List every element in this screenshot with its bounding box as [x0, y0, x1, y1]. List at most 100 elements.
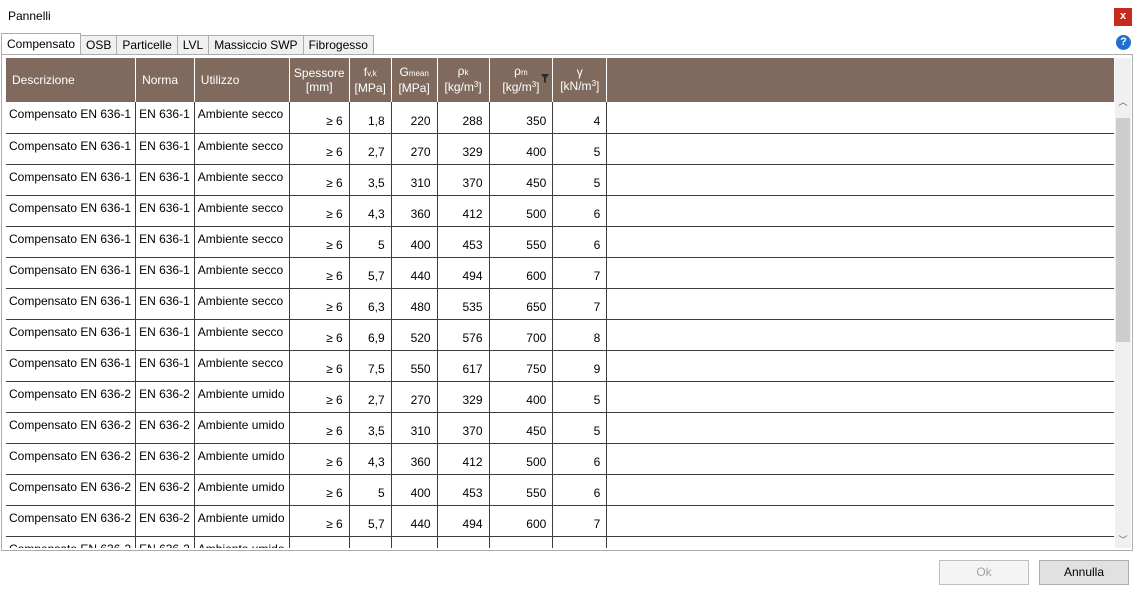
cell-rhom[interactable]: 450: [489, 164, 554, 196]
cell-gamma[interactable]: 8: [552, 319, 608, 351]
cell-gamma[interactable]: 6: [552, 195, 608, 227]
cell-utilizzo[interactable]: Ambiente umido: [194, 443, 290, 475]
cell-gmean[interactable]: 360: [391, 443, 438, 475]
cell-fvk[interactable]: 6,3: [349, 288, 392, 320]
cell-gamma[interactable]: 5: [552, 164, 608, 196]
cell-gmean[interactable]: 440: [391, 257, 438, 289]
col-header-utilizzo[interactable]: Utilizzo: [194, 58, 290, 102]
cell-gamma[interactable]: 6: [552, 443, 608, 475]
cancel-button[interactable]: Annulla: [1039, 560, 1129, 585]
scrollbar-thumb[interactable]: [1116, 118, 1130, 342]
cell-gamma[interactable]: 5: [552, 412, 608, 444]
cell-fvk[interactable]: 5: [349, 226, 392, 258]
cell-norma[interactable]: EN 636-2: [135, 536, 195, 548]
col-header-gamma[interactable]: γ [kN/m3]: [552, 58, 608, 102]
cell-descrizione[interactable]: Compensato EN 636-1: [6, 102, 137, 134]
ok-button[interactable]: Ok: [939, 560, 1029, 585]
cell-gmean[interactable]: 270: [391, 133, 438, 165]
cell-fvk[interactable]: 5,7: [349, 505, 392, 537]
cell-fvk[interactable]: 1,8: [349, 102, 392, 134]
cell-descrizione[interactable]: Compensato EN 636-1: [6, 164, 137, 196]
cell-rhok[interactable]: 617: [437, 350, 490, 382]
table-row[interactable]: Compensato EN 636-1 EN 636-1 Ambiente secc…: [6, 195, 1114, 227]
cell-gmean[interactable]: 220: [391, 102, 438, 134]
cell-utilizzo[interactable]: Ambiente secco: [194, 226, 290, 258]
cell-rhok[interactable]: 453: [437, 226, 490, 258]
cell-fvk[interactable]: 2,7: [349, 381, 392, 413]
cell-rhok[interactable]: 288: [437, 102, 490, 134]
cell-rhom[interactable]: 650: [489, 288, 554, 320]
cell-rhom[interactable]: 400: [489, 133, 554, 165]
cell-rhok[interactable]: 329: [437, 133, 490, 165]
filter-icon[interactable]: [541, 74, 550, 83]
table-row[interactable]: Compensato EN 636-1 EN 636-1 Ambiente secc…: [6, 133, 1114, 165]
col-header-rhom[interactable]: ρm [kg/m3]: [489, 58, 554, 102]
cell-spessore[interactable]: ≥ 6: [289, 102, 350, 134]
cell-rhok[interactable]: 494: [437, 257, 490, 289]
cell-fvk[interactable]: 4,3: [349, 443, 392, 475]
tab-massiccio-swp[interactable]: Massiccio SWP: [208, 35, 304, 54]
table-row[interactable]: Compensato EN 636-2EN 636-2Ambiente umid…: [6, 443, 1114, 475]
cell-gmean[interactable]: 480: [391, 536, 438, 548]
cell-spessore[interactable]: ≥ 6: [289, 133, 350, 165]
cell-spessore[interactable]: ≥ 6: [289, 536, 350, 548]
cell-gamma[interactable]: 9: [552, 350, 608, 382]
col-header-norma[interactable]: Norma: [135, 58, 195, 102]
cell-rhom[interactable]: 550: [489, 474, 554, 506]
cell-descrizione[interactable]: Compensato EN 636-1: [6, 133, 137, 165]
cell-utilizzo[interactable]: Ambiente secco: [194, 195, 290, 227]
cell-spessore[interactable]: ≥ 6: [289, 164, 350, 196]
cell-gmean[interactable]: 480: [391, 288, 438, 320]
cell-fvk[interactable]: 6,3: [349, 536, 392, 548]
cell-gamma[interactable]: 7: [552, 257, 608, 289]
cell-rhok[interactable]: 535: [437, 536, 490, 548]
cell-utilizzo[interactable]: Ambiente secco: [194, 350, 290, 382]
cell-spessore[interactable]: ≥ 6: [289, 195, 350, 227]
col-header-gmean[interactable]: Gmean [MPa]: [391, 58, 438, 102]
cell-descrizione[interactable]: Compensato EN 636-1: [6, 195, 137, 227]
cell-utilizzo[interactable]: Ambiente secco: [194, 288, 290, 320]
cell-descrizione[interactable]: Compensato EN 636-2: [6, 381, 137, 413]
cell-spessore[interactable]: ≥ 6: [289, 319, 350, 351]
cell-norma[interactable]: EN 636-1: [135, 350, 195, 382]
col-header-rhok[interactable]: ρk [kg/m3]: [437, 58, 490, 102]
cell-gmean[interactable]: 310: [391, 164, 438, 196]
cell-spessore[interactable]: ≥ 6: [289, 381, 350, 413]
cell-norma[interactable]: EN 636-1: [135, 195, 195, 227]
close-button[interactable]: x: [1114, 8, 1132, 26]
cell-rhok[interactable]: 576: [437, 319, 490, 351]
cell-spessore[interactable]: ≥ 6: [289, 350, 350, 382]
table-row[interactable]: Compensato EN 636-1 EN 636-1 Ambiente secc…: [6, 102, 1114, 134]
cell-rhok[interactable]: 370: [437, 412, 490, 444]
col-header-spessore[interactable]: Spessore [mm]: [289, 58, 350, 102]
cell-gmean[interactable]: 310: [391, 412, 438, 444]
cell-utilizzo[interactable]: Ambiente secco: [194, 133, 290, 165]
cell-spessore[interactable]: ≥ 6: [289, 257, 350, 289]
cell-rhok[interactable]: 412: [437, 443, 490, 475]
vertical-scrollbar[interactable]: ︿ ﹀: [1115, 58, 1131, 548]
cell-utilizzo[interactable]: Ambiente umido: [194, 381, 290, 413]
cell-fvk[interactable]: 5,7: [349, 257, 392, 289]
cell-norma[interactable]: EN 636-1: [135, 257, 195, 289]
table-row[interactable]: Compensato EN 636-2EN 636-2Ambiente umid…: [6, 412, 1114, 444]
cell-descrizione[interactable]: Compensato EN 636-2: [6, 412, 137, 444]
table-row[interactable]: Compensato EN 636-1 EN 636-1 Ambiente secc…: [6, 164, 1114, 196]
cell-gamma[interactable]: 6: [552, 226, 608, 258]
cell-spessore[interactable]: ≥ 6: [289, 474, 350, 506]
cell-descrizione[interactable]: Compensato EN 636-1: [6, 319, 137, 351]
cell-gamma[interactable]: 7: [552, 288, 608, 320]
table-row[interactable]: Compensato EN 636-1 EN 636-1 Ambiente secc…: [6, 257, 1114, 289]
cell-descrizione[interactable]: Compensato EN 636-2: [6, 443, 137, 475]
cell-rhok[interactable]: 494: [437, 505, 490, 537]
table-row[interactable]: Compensato EN 636-2EN 636-2Ambiente umid…: [6, 505, 1114, 537]
cell-gamma[interactable]: 4: [552, 102, 608, 134]
cell-norma[interactable]: EN 636-1: [135, 288, 195, 320]
cell-descrizione[interactable]: Compensato EN 636-2: [6, 474, 137, 506]
cell-utilizzo[interactable]: Ambiente secco: [194, 257, 290, 289]
cell-utilizzo[interactable]: Ambiente secco: [194, 102, 290, 134]
cell-norma[interactable]: EN 636-2: [135, 474, 195, 506]
cell-rhok[interactable]: 412: [437, 195, 490, 227]
cell-gmean[interactable]: 360: [391, 195, 438, 227]
cell-rhok[interactable]: 535: [437, 288, 490, 320]
cell-gamma[interactable]: 7: [552, 536, 608, 548]
